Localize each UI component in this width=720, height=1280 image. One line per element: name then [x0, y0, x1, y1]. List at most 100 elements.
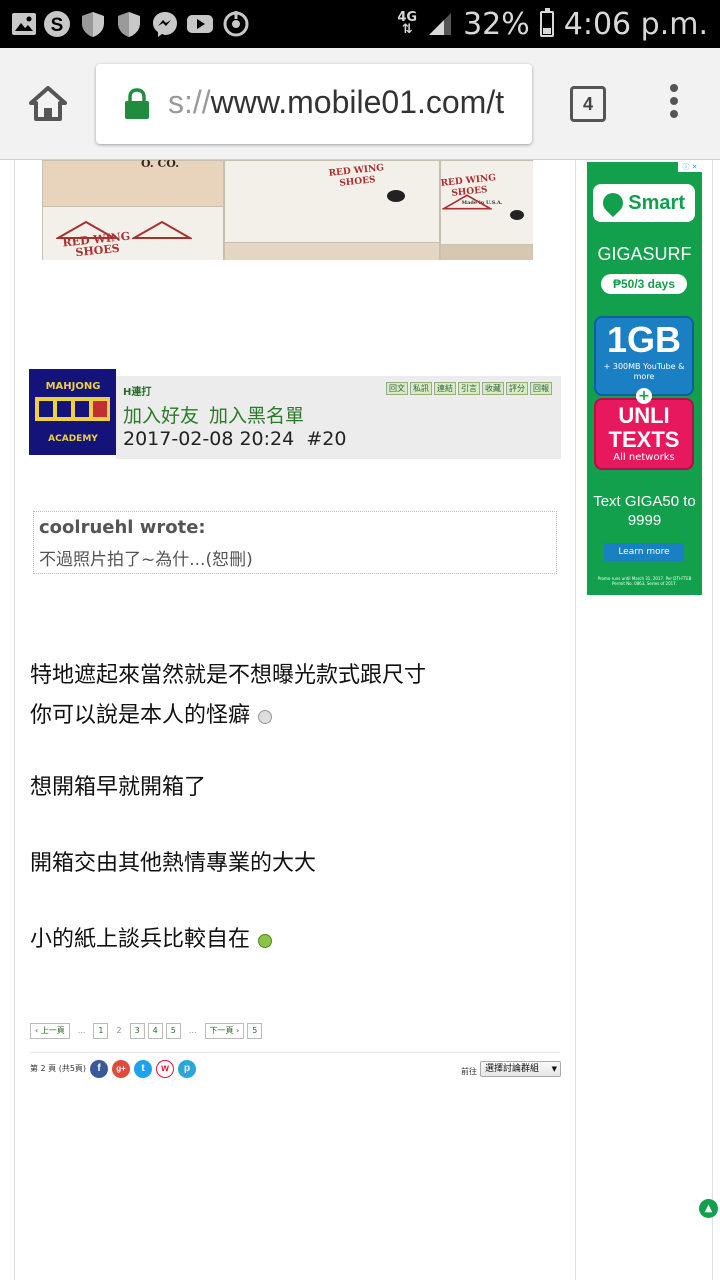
forum-group-select-value: 選擇討論群組 [485, 1064, 540, 1074]
clock: 4:06 p.m. [563, 6, 708, 42]
last-page-link[interactable]: 5 [247, 1023, 263, 1039]
ad-price: ₱50/3 days [601, 274, 687, 294]
smiley-icon [258, 934, 273, 948]
photo-box [42, 160, 224, 208]
share-buttons: f g+ t w p [90, 1060, 196, 1078]
post-text: 小的紙上談兵比較自在 [30, 927, 251, 952]
ad-brand-logo: Smart [593, 184, 695, 222]
post-actions: 回文 私訊 連結 引言 收藏 評分 回報 [386, 382, 552, 395]
tab-switcher-button[interactable]: 4 [570, 86, 606, 122]
ad-data-offer: 1GB + 300MB YouTube & more [594, 316, 694, 396]
photo-box [224, 242, 440, 260]
post-photo: RED WING SHOES RED WING SHOES RED WING S… [42, 160, 533, 260]
ad-headline: GIGASURF [597, 244, 692, 264]
ad-cta-text: Text GIGA50 to 9999 [593, 493, 696, 529]
reply-button[interactable]: 回文 [386, 382, 408, 395]
post-text-line: 開箱交由其他熱情專業的大大 [30, 851, 317, 876]
sync-icon [223, 11, 249, 37]
sidebar-border-right [712, 160, 713, 1280]
forum-group-select[interactable]: 選擇討論群組 ▼ [480, 1061, 561, 1077]
avatar-line1: MAHJONG [46, 381, 101, 392]
youtube-icon [187, 15, 213, 33]
ad-data-small: + 300MB YouTube & more [603, 362, 685, 381]
next-page-button[interactable]: 下一頁 › [204, 1023, 245, 1039]
page-link-1[interactable]: 1 [93, 1023, 109, 1039]
divider [30, 1052, 560, 1053]
home-icon[interactable] [28, 84, 68, 124]
network-label: 4G [397, 10, 418, 25]
pagination-ellipsis: ... [183, 1023, 202, 1039]
ad-fine-print: Promo runs until March 31, 2017. Per DTI… [597, 576, 692, 586]
wing-logo-icon [56, 220, 116, 239]
post-text-line: 你可以說是本人的怪癖 [30, 697, 273, 729]
quote-text: 不過照片拍了~為什...(恕刪) [39, 550, 253, 570]
post-floor[interactable]: #20 [306, 428, 346, 450]
url-text: s://www.mobile01.com/t [168, 84, 518, 121]
page-info: 第 2 頁 (共5頁) [30, 1064, 87, 1073]
username[interactable]: H連打 [123, 383, 151, 398]
ad-data-big: 1GB [606, 319, 682, 360]
smiley-icon [258, 710, 273, 724]
overflow-menu-icon[interactable] [664, 84, 684, 124]
ad-unli-small: All networks [613, 452, 675, 463]
avatar-line2: ACADEMY [48, 434, 98, 444]
wing-logo-icon [442, 194, 492, 210]
ad-learn-more-button[interactable]: Learn more [604, 543, 684, 561]
url-scheme: s:// [168, 84, 211, 120]
shield-icon [82, 12, 104, 37]
signal-icon [429, 13, 452, 35]
pagination: ‹ 上一頁 ... 1 2 3 4 5 ... 下一頁 › 5 [30, 1023, 263, 1039]
bookmark-button[interactable]: 收藏 [482, 382, 504, 395]
prev-page-button[interactable]: ‹ 上一頁 [30, 1023, 70, 1039]
content-border-right [575, 160, 576, 1280]
wing-logo-icon [132, 220, 192, 239]
post-date: 2017-02-08 20:24 [123, 428, 295, 450]
smart-logo-icon [598, 188, 628, 218]
shield-icon [118, 12, 140, 37]
skype-icon: S [44, 11, 70, 37]
facebook-icon[interactable]: f [90, 1060, 108, 1078]
post-text-line: 特地遮起來當然就是不想曝光款式跟尺寸 [30, 663, 427, 688]
svg-text:S: S [51, 15, 64, 36]
post-text-line: 小的紙上談兵比較自在 [30, 921, 273, 953]
status-bar: S 4G ⇅ 32% 4:06 p.m. [0, 0, 720, 48]
ad-choices-icon[interactable]: ⓘ ✕ [678, 162, 702, 172]
post-text: 你可以說是本人的怪癖 [30, 703, 251, 728]
post-text-line: 想開箱早就開箱了 [30, 775, 207, 800]
report-button[interactable]: 回報 [530, 382, 552, 395]
sidebar-ad[interactable]: ⓘ ✕ Smart GIGASURF ₱50/3 days 1GB + 300MB… [587, 162, 702, 595]
chevron-up-icon: ▲ [704, 1203, 713, 1214]
battery-icon [539, 8, 554, 37]
ad-unli-big: UNLI TEXTS [608, 403, 680, 452]
box-handle-hole [510, 210, 524, 220]
rate-button[interactable]: 評分 [506, 382, 528, 395]
gallery-icon [12, 13, 36, 35]
google-plus-icon[interactable]: g+ [112, 1060, 130, 1078]
add-blacklist-link[interactable]: 加入黑名單 [209, 405, 304, 427]
plurk-icon[interactable]: p [178, 1060, 196, 1078]
page-link-3[interactable]: 3 [129, 1023, 145, 1039]
weibo-icon[interactable]: w [156, 1060, 174, 1078]
post-meta: 2017-02-08 20:24 #20 [123, 428, 346, 450]
avatar-image: MAHJONG ACADEMY [29, 369, 116, 455]
address-bar[interactable]: s://www.mobile01.com/t [96, 64, 532, 144]
quote-block: coolruehl wrote: 不過照片拍了~為什...(恕刪) [33, 511, 557, 574]
quote-author: coolruehl wrote: [39, 517, 206, 538]
page-link-5[interactable]: 5 [165, 1023, 181, 1039]
link-button[interactable]: 連結 [434, 382, 456, 395]
box-handle-hole [387, 190, 405, 202]
quote-button[interactable]: 引言 [458, 382, 480, 395]
message-button[interactable]: 私訊 [410, 382, 432, 395]
goto-label: 前往 [461, 1067, 477, 1076]
scroll-to-top-button[interactable]: ▲ [699, 1199, 718, 1218]
battery-percent: 32% [463, 6, 530, 42]
box-label: O. CO. [140, 160, 180, 170]
ad-text-offer: UNLI TEXTS All networks [594, 398, 694, 470]
avatar[interactable]: MAHJONG ACADEMY [29, 369, 116, 455]
page-link-4[interactable]: 4 [147, 1023, 163, 1039]
plus-icon: + [636, 388, 652, 404]
add-friend-link[interactable]: 加入好友 [123, 405, 199, 427]
photo-box [440, 244, 533, 260]
browser-toolbar: s://www.mobile01.com/t 4 [0, 48, 720, 160]
twitter-icon[interactable]: t [134, 1060, 152, 1078]
